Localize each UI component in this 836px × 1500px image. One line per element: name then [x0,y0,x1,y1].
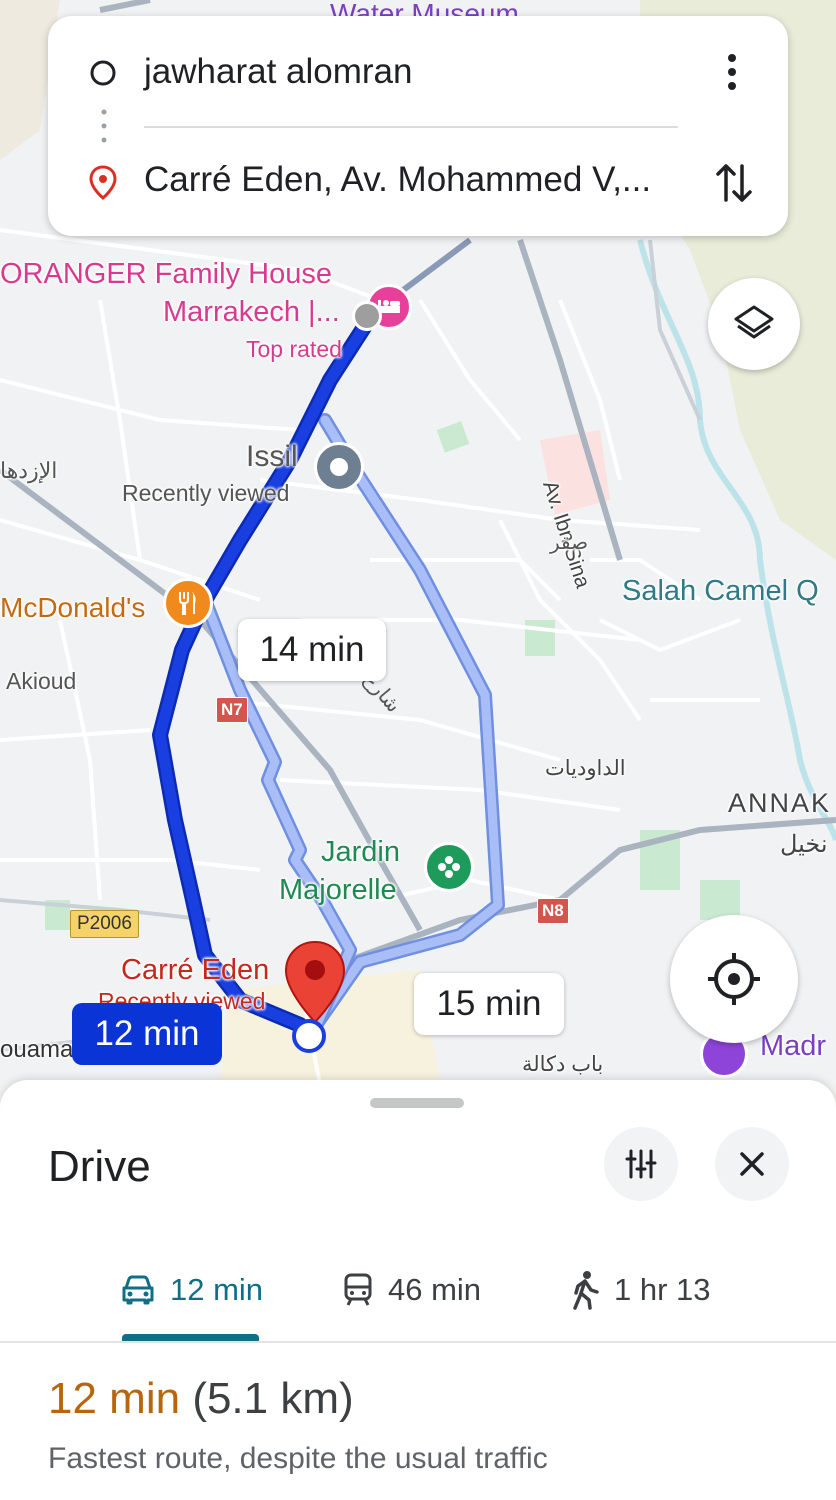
sheet-drag-handle[interactable] [370,1098,464,1108]
tune-icon [625,1149,657,1179]
oranger-label-line1[interactable]: ORANGER Family House [0,258,332,291]
road-sign-p2006: P2006 [70,910,139,938]
summary-time: 12 min [48,1374,181,1423]
destination-row[interactable]: Carré Eden, Av. Mohammed V,... [48,142,788,222]
tab-transit-label: 46 min [388,1272,482,1307]
more-options-icon[interactable] [720,50,744,94]
tab-transit[interactable]: 46 min [342,1260,481,1320]
recent-place-icon[interactable] [314,442,364,492]
madr-label[interactable]: Madr [760,1030,826,1063]
car-icon [122,1275,154,1305]
issil-subtitle: Recently viewed [122,480,290,506]
destination-input[interactable]: Carré Eden, Av. Mohammed V,... [144,160,651,200]
carre-eden-label[interactable]: Carré Eden [121,954,269,987]
route-badge-alt2-text: 15 min [436,984,542,1023]
directions-bottom-sheet: Drive 12 min 46 min 1 hr 13 12 min (5.1 … [0,1080,836,1500]
park-poi-icon[interactable] [424,842,474,892]
road-sign-n7: N7 [216,697,248,723]
route-summary[interactable]: 12 min (5.1 km) [48,1374,354,1424]
close-icon [740,1152,764,1176]
close-button[interactable] [715,1127,789,1201]
tab-walk-label: 1 hr 13 [614,1272,711,1307]
road-sign-n8: N8 [537,898,569,924]
tab-walk[interactable]: 1 hr 13 [570,1260,711,1320]
tab-drive[interactable]: 12 min [120,1260,263,1320]
annak-label: ANNAK [728,788,832,818]
oranger-label-line2[interactable]: Marrakech |... [163,296,340,329]
origin-circle-icon [90,60,116,86]
origin-input[interactable]: jawharat alomran [144,52,412,92]
tab-drive-label: 12 min [170,1272,264,1307]
sheet-title: Drive [48,1142,151,1191]
aldaha-label: الإزدها [0,458,58,483]
bab-doukkala-label: باب دكالة [522,1053,604,1076]
destination-pin-icon[interactable] [283,940,347,1024]
layers-button[interactable] [708,278,800,370]
oranger-subtitle: Top rated [246,336,342,362]
dawadiyat-label: الداوديات [545,757,626,780]
destination-pin-small-icon [89,165,117,200]
walk-icon [573,1271,599,1310]
route-badge-alt1[interactable]: 14 min [238,619,386,681]
origin-row[interactable]: jawharat alomran [48,32,788,112]
issil-label[interactable]: Issil [246,440,298,474]
search-divider [144,126,678,128]
layers-icon [734,305,774,339]
summary-description: Fastest route, despite the usual traffic [48,1442,548,1475]
salah-camel-label[interactable]: Salah Camel Q [622,575,819,608]
my-location-button[interactable] [670,915,798,1043]
nakhil-label: نخيل [780,831,828,858]
mcdonalds-label[interactable]: McDonald's [0,592,145,624]
route-badge-selected[interactable]: 12 min [72,1003,222,1065]
route-options-button[interactable] [604,1127,678,1201]
route-badge-alt2[interactable]: 15 min [414,973,564,1035]
jardin-label-line2[interactable]: Majorelle [279,874,397,907]
transit-icon [344,1273,372,1306]
route-start-marker [352,301,382,331]
crosshair-icon [708,953,760,1005]
douama-label: ouama [0,1036,74,1063]
swap-icon[interactable] [714,160,754,206]
jardin-label-line1[interactable]: Jardin [321,836,400,869]
route-end-marker [292,1019,326,1053]
restaurant-poi-icon[interactable] [163,578,213,628]
tabs-divider [0,1341,836,1343]
summary-distance: (5.1 km) [192,1374,354,1423]
directions-search-card: jawharat alomran Carré Eden, Av. Mohamme… [48,16,788,236]
route-badge-selected-text: 12 min [94,1014,200,1053]
akioud-label: Akioud [6,668,77,694]
route-badge-alt1-text: 14 min [259,630,365,669]
saqr-label: صقر [550,532,589,554]
